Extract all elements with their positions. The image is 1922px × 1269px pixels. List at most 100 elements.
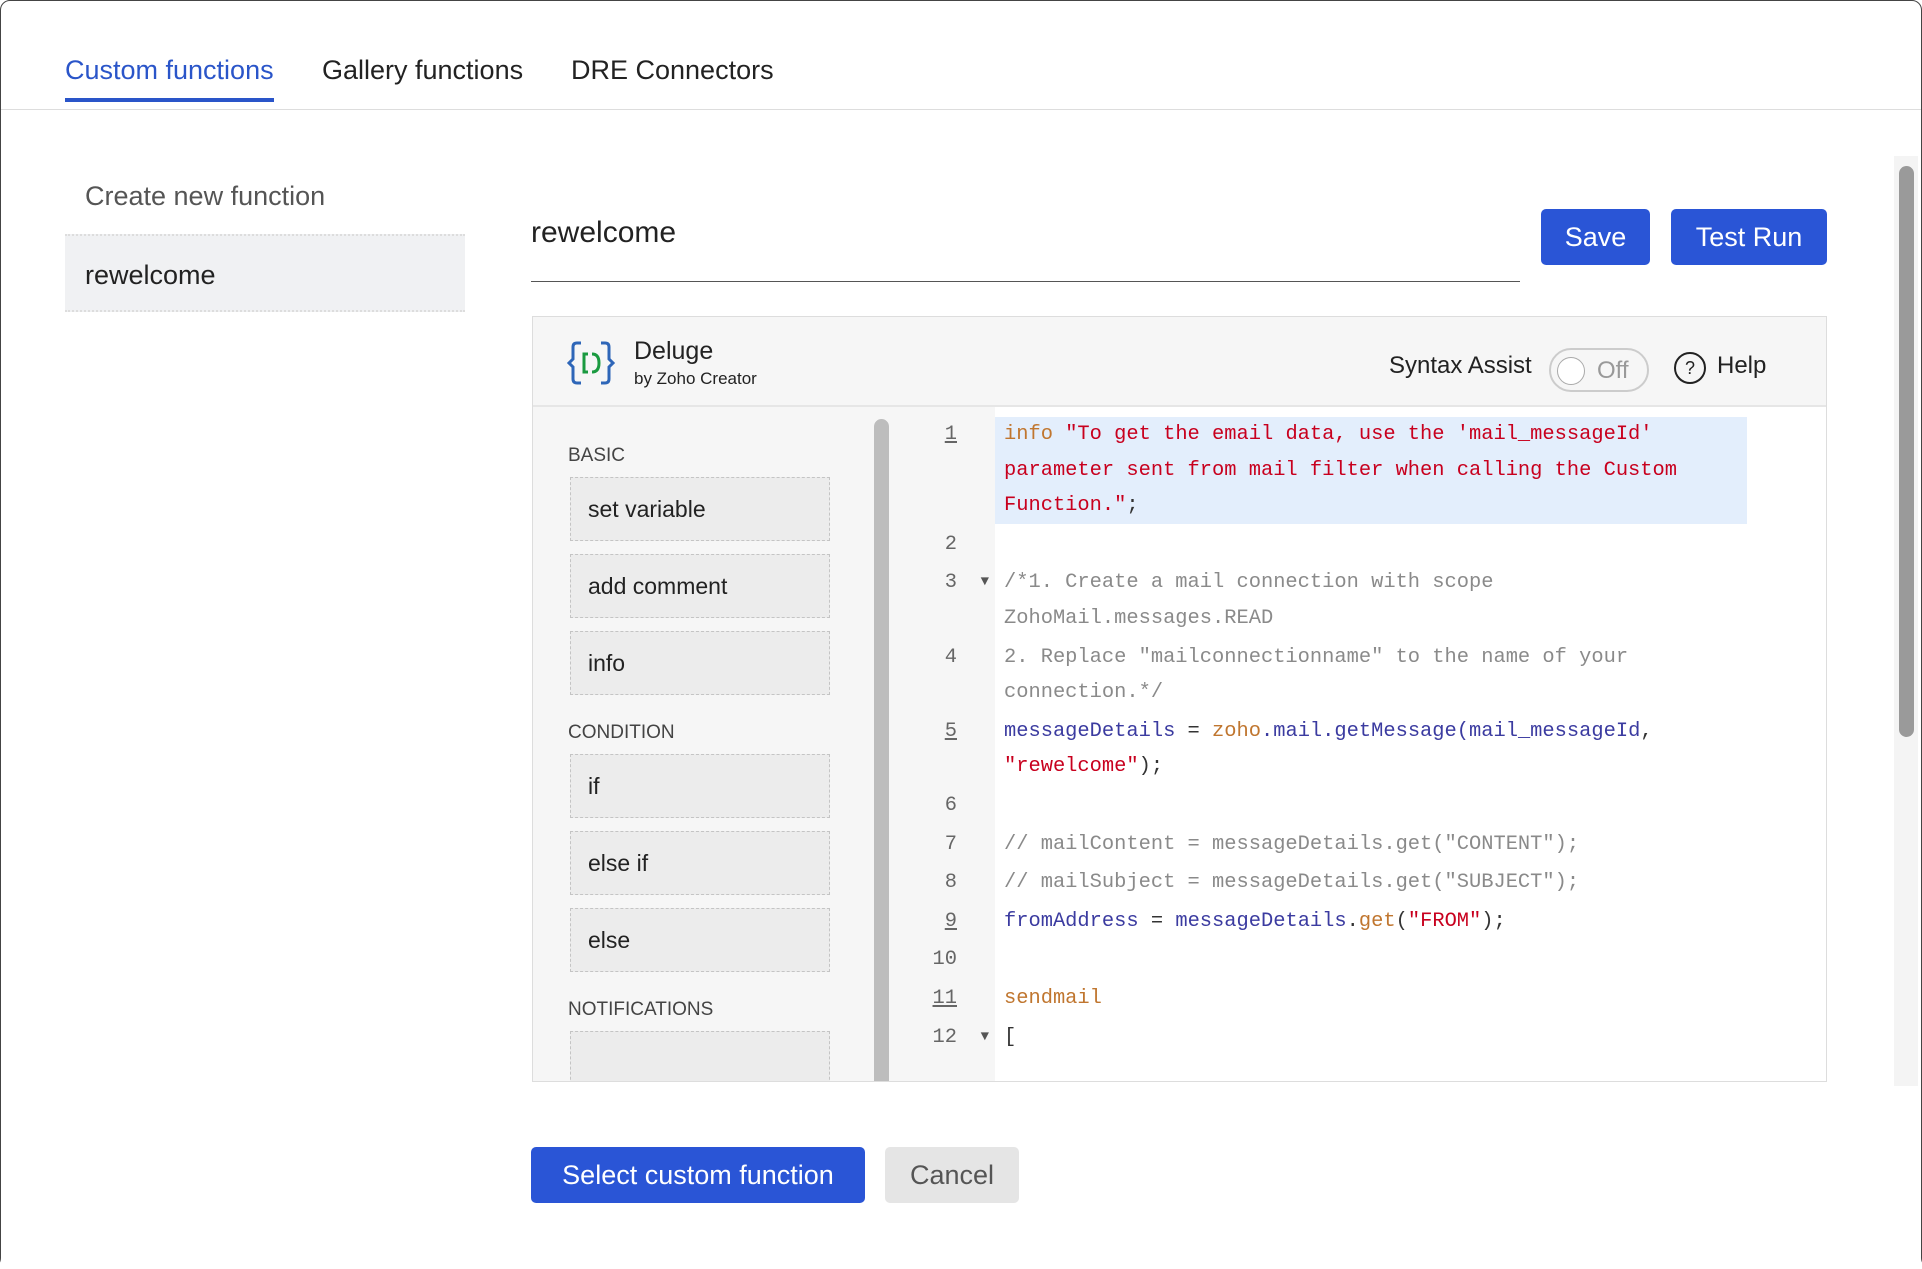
select-custom-function-button[interactable]: Select custom function — [531, 1147, 865, 1203]
line-number: 10 — [897, 942, 995, 978]
code-token-comment: // mailContent = messageDetails.get("CON… — [1004, 832, 1580, 856]
line-number-text: 3 — [944, 571, 957, 595]
palette-section-condition: CONDITION — [568, 722, 675, 743]
code-token-plain: [ — [1004, 1025, 1017, 1049]
function-name-input[interactable]: rewelcome — [531, 216, 1520, 282]
code-token-plain: = — [1138, 909, 1176, 933]
palette-item[interactable]: info — [570, 631, 830, 695]
code-text: // mailSubject = messageDetails.get("SUB… — [995, 865, 1747, 901]
code-token-variable: .mail.getMessage(mail_messageId — [1260, 719, 1641, 743]
code-token-plain: = — [1175, 719, 1213, 743]
code-token-comment: /*1. Create a mail connection with scope… — [1004, 571, 1506, 630]
code-line[interactable]: 2 — [897, 526, 1826, 563]
code-text: // mailContent = messageDetails.get("CON… — [995, 827, 1747, 863]
syntax-assist-label: Syntax Assist — [1389, 352, 1532, 379]
code-token-variable: messageDetails — [1004, 719, 1176, 743]
palette-scrollbar[interactable] — [874, 419, 889, 1081]
tab-custom-functions[interactable]: Custom functions — [65, 55, 274, 102]
sidebar-item-rewelcome[interactable]: rewelcome — [65, 234, 465, 312]
line-number-text: 12 — [932, 1025, 957, 1049]
line-number: 12 ▼ — [897, 1019, 995, 1056]
page-scrollbar[interactable] — [1899, 166, 1914, 737]
palette-item[interactable] — [570, 1031, 830, 1081]
code-text: [ — [995, 1020, 1747, 1056]
code-line[interactable]: 6 — [897, 787, 1826, 824]
palette-item[interactable]: else if — [570, 831, 830, 895]
code-token-keyword: info — [1004, 423, 1066, 446]
line-number: 9 — [897, 903, 995, 940]
palette-item[interactable]: set variable — [570, 477, 830, 541]
code-token-plain: ; — [1126, 494, 1139, 518]
code-token-plain: ( — [1395, 909, 1408, 933]
brand-subtitle: by Zoho Creator — [634, 369, 757, 388]
fold-arrow-icon[interactable]: ▼ — [981, 1020, 989, 1056]
deluge-editor: Deluge by Zoho Creator Syntax Assist Off… — [532, 316, 1827, 1082]
line-number-text: 8 — [944, 871, 957, 895]
code-token-plain: ); — [1138, 755, 1164, 779]
code-line[interactable]: 9 fromAddress = messageDetails.get("FROM"… — [897, 903, 1826, 940]
code-line[interactable]: 1 info "To get the email data, use the 'm… — [897, 417, 1826, 524]
syntax-assist-toggle[interactable]: Off — [1549, 348, 1649, 392]
deluge-logo-icon — [567, 341, 615, 385]
tabs-divider — [1, 109, 1921, 110]
code-line[interactable]: 3 ▼ /*1. Create a mail connection with sco… — [897, 565, 1826, 637]
code-token-comment: 2. Replace "mailconnectionname" to the n… — [1004, 645, 1641, 705]
palette-item[interactable]: else — [570, 908, 830, 972]
code-line[interactable]: 7 // mailContent = messageDetails.get("CO… — [897, 826, 1826, 863]
line-number-text: 9 — [944, 909, 957, 933]
code-token-plain: . — [1346, 909, 1359, 933]
fold-arrow-icon[interactable]: ▼ — [981, 565, 989, 601]
tab-dre-connectors[interactable]: DRE Connectors — [571, 55, 774, 98]
line-number-text: 4 — [944, 645, 957, 669]
line-number: 7 — [897, 826, 995, 863]
line-number-text: 11 — [932, 986, 957, 1010]
code-token-variable: fromAddress — [1004, 909, 1139, 933]
code-line[interactable]: 12 ▼ [ — [897, 1019, 1826, 1056]
code-token-string: "To get the email data, use the 'mail_me… — [1004, 423, 1690, 518]
brand-title: Deluge — [634, 337, 714, 365]
palette-item[interactable]: add comment — [570, 554, 830, 618]
code-token-variable: messageDetails — [1175, 909, 1347, 933]
line-number: 1 — [897, 417, 995, 524]
code-text: fromAddress = messageDetails.get("FROM")… — [995, 904, 1747, 940]
code-text: /*1. Create a mail connection with scope… — [995, 565, 1747, 636]
test-run-button[interactable]: Test Run — [1671, 209, 1827, 265]
snippet-palette: BASIC set variable add comment info CONDITIO… — [533, 407, 866, 1081]
code-line[interactable]: 8 // mailSubject = messageDetails.get("SU… — [897, 865, 1826, 901]
code-token-string: "rewelcome" — [1004, 755, 1139, 779]
code-line[interactable]: 4 2. Replace "mailconnectionname" to the … — [897, 639, 1826, 711]
code-token-keyword: get — [1358, 909, 1396, 933]
code-token-keyword: sendmail — [1004, 986, 1102, 1010]
code-token-comment: // mailSubject = messageDetails.get("SUB… — [1004, 871, 1580, 895]
line-number-text: 1 — [944, 423, 957, 446]
cancel-button[interactable]: Cancel — [885, 1147, 1019, 1203]
code-text: info "To get the email data, use the 'ma… — [995, 417, 1747, 524]
code-line[interactable]: 11 sendmail — [897, 980, 1826, 1017]
help-link[interactable]: Help — [1717, 352, 1766, 380]
code-token-keyword: zoho — [1212, 719, 1261, 743]
line-number-text: 6 — [944, 793, 957, 817]
code-token-plain: ); — [1481, 909, 1506, 933]
tab-gallery-functions[interactable]: Gallery functions — [322, 55, 523, 98]
editor-header: Deluge by Zoho Creator Syntax Assist Off… — [533, 317, 1826, 407]
save-button[interactable]: Save — [1541, 209, 1650, 265]
line-number: 8 — [897, 865, 995, 901]
create-new-function-link[interactable]: Create new function — [85, 181, 325, 212]
code-text: messageDetails = zoho.mail.getMessage(ma… — [995, 714, 1747, 785]
line-number-text: 5 — [944, 719, 957, 743]
line-number-text: 10 — [932, 948, 957, 972]
code-text: sendmail — [995, 981, 1747, 1017]
line-number: 2 — [897, 526, 995, 563]
palette-item[interactable]: if — [570, 754, 830, 818]
code-line[interactable]: 5 messageDetails = zoho.mail.getMessage(m… — [897, 713, 1826, 785]
toggle-knob — [1557, 357, 1585, 385]
palette-section-notifications: NOTIFICATIONS — [568, 999, 714, 1020]
code-area[interactable]: 1 info "To get the email data, use the 'm… — [897, 407, 1826, 1081]
line-number: 11 — [897, 980, 995, 1017]
code-token-string: "FROM" — [1407, 909, 1482, 933]
line-number-text: 2 — [944, 532, 957, 556]
help-icon[interactable]: ? — [1674, 352, 1706, 384]
code-line[interactable]: 10 — [897, 942, 1826, 978]
